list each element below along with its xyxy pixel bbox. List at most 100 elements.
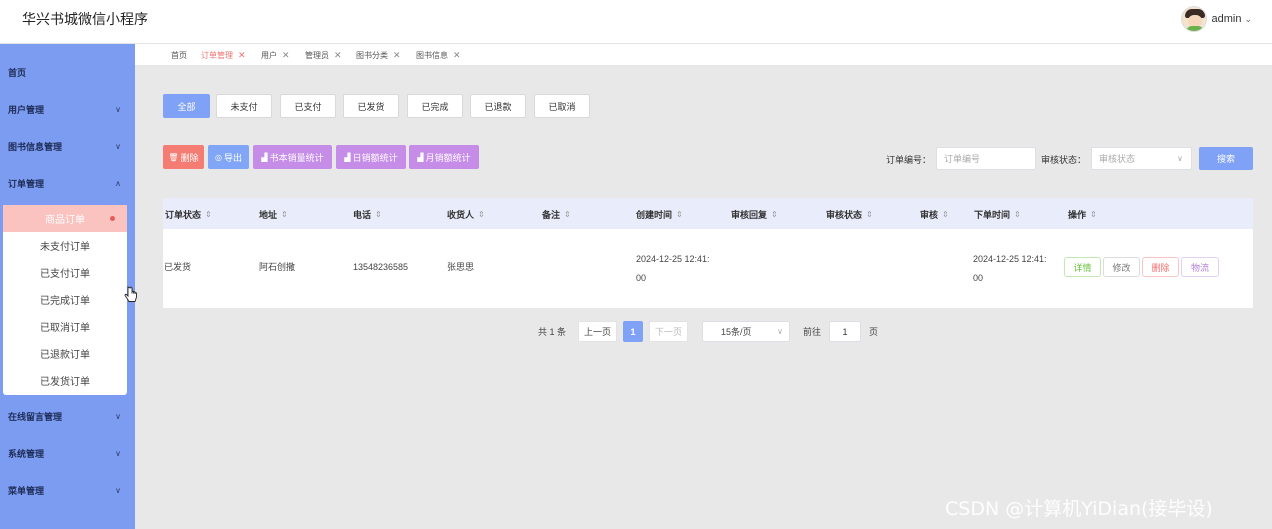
book-sales-stats-button[interactable]: ▟ 书本销量统计 <box>253 145 332 169</box>
detail-button[interactable]: 详情 <box>1064 257 1101 277</box>
column-header-audit-status[interactable]: 审核状态 ⇕ <box>826 208 873 221</box>
page-1-button[interactable]: 1 <box>623 321 643 342</box>
watermark: CSDN @计算机YiDian(接毕设) <box>945 498 1213 520</box>
delete-button[interactable]: 🗑 删除 <box>163 145 204 169</box>
sidebar-item-menus[interactable]: 菜单管理 ∨ <box>0 472 135 508</box>
goto-page-input[interactable]: 1 <box>829 321 861 342</box>
sort-icon[interactable]: ⇕ <box>205 210 212 219</box>
close-icon[interactable]: ✕ <box>453 50 461 61</box>
audit-status-select[interactable]: 审核状态 ∨ <box>1091 147 1192 170</box>
sidebar-item-orders[interactable]: 订单管理 ∧ <box>0 165 135 201</box>
audit-status-placeholder: 审核状态 <box>1099 154 1136 164</box>
submenu-item-label: 已完成订单 <box>40 296 90 307</box>
chevron-down-icon: ∨ <box>115 141 121 151</box>
sidebar-item-label: 菜单管理 <box>8 485 45 496</box>
cell-ordered-line1: 2024-12-25 12:41: <box>973 254 1047 264</box>
tab-book-categories[interactable]: 图书分类 ✕ <box>356 50 401 61</box>
column-header-remark[interactable]: 备注 ⇕ <box>542 208 571 221</box>
submenu-item-completed[interactable]: 已完成订单 <box>3 286 127 313</box>
column-header-actions[interactable]: 操作 ⇕ <box>1068 208 1097 221</box>
sort-icon[interactable]: ⇕ <box>1014 210 1021 219</box>
filter-all-button[interactable]: 全部 <box>163 94 210 118</box>
page-size-select[interactable]: 15条/页 ∨ <box>702 321 790 342</box>
sort-icon[interactable]: ⇕ <box>942 210 949 219</box>
submenu-item-shipped[interactable]: 已发货订单 <box>3 367 127 394</box>
column-header-label: 订单状态 <box>165 210 202 220</box>
sidebar-item-label: 用户管理 <box>8 104 45 115</box>
cell-ordered-line2: 00 <box>973 273 984 283</box>
daily-sales-stats-button[interactable]: ▟ 日销额统计 <box>336 145 406 169</box>
column-header-created[interactable]: 创建时间 ⇕ <box>636 208 683 221</box>
submenu-item-label: 已发货订单 <box>40 377 90 388</box>
close-icon[interactable]: ✕ <box>334 50 342 61</box>
filter-shipped-button[interactable]: 已发货 <box>343 94 399 118</box>
close-icon[interactable]: ✕ <box>393 50 401 61</box>
sort-icon[interactable]: ⇕ <box>478 210 485 219</box>
search-button[interactable]: 搜索 <box>1199 147 1253 170</box>
sort-icon[interactable]: ⇕ <box>1090 210 1097 219</box>
sidebar-item-messages[interactable]: 在线留言管理 ∨ <box>0 398 135 434</box>
close-icon[interactable]: ✕ <box>282 50 290 61</box>
column-header-status[interactable]: 订单状态 ⇕ <box>165 208 212 221</box>
prev-page-button[interactable]: 上一页 <box>578 321 617 342</box>
logistics-button[interactable]: 物流 <box>1181 257 1219 277</box>
submenu-item-refunded[interactable]: 已退款订单 <box>3 340 127 367</box>
sort-icon[interactable]: ⇕ <box>866 210 873 219</box>
column-header-label: 下单时间 <box>974 210 1011 220</box>
sidebar-item-system[interactable]: 系统管理 ∨ <box>0 435 135 471</box>
submenu-item-goods-orders[interactable]: 商品订单 <box>3 205 127 232</box>
column-header-ordered[interactable]: 下单时间 ⇕ <box>974 208 1021 221</box>
export-button-label: 导出 <box>223 152 242 163</box>
sort-icon[interactable]: ⇕ <box>281 210 288 219</box>
column-header-audit[interactable]: 审核 ⇕ <box>920 208 949 221</box>
sidebar-item-books[interactable]: 图书信息管理 ∨ <box>0 128 135 164</box>
sidebar-item-users[interactable]: 用户管理 ∨ <box>0 91 135 127</box>
filter-completed-button[interactable]: 已完成 <box>407 94 463 118</box>
submenu-item-label: 已退款订单 <box>40 350 90 361</box>
sort-icon[interactable]: ⇕ <box>676 210 683 219</box>
chevron-down-icon[interactable]: ⌄ <box>1244 14 1252 25</box>
cell-receiver: 张思思 <box>447 262 475 272</box>
close-icon[interactable]: ✕ <box>238 50 246 61</box>
submenu-item-unpaid[interactable]: 未支付订单 <box>3 232 127 259</box>
order-no-input[interactable]: 订单编号 <box>936 147 1036 170</box>
filter-cancelled-button[interactable]: 已取消 <box>534 94 590 118</box>
sort-icon[interactable]: ⇕ <box>375 210 382 219</box>
tab-label: 订单管理 <box>201 51 233 60</box>
tab-home[interactable]: 首页 <box>171 50 187 61</box>
tab-book-info[interactable]: 图书信息 ✕ <box>416 50 461 61</box>
column-header-phone[interactable]: 电话 ⇕ <box>353 208 382 221</box>
bar-chart-icon: ▟ <box>417 152 424 162</box>
sidebar-item-label: 订单管理 <box>8 178 45 189</box>
export-button[interactable]: ◎ 导出 <box>208 145 249 169</box>
tab-label: 图书分类 <box>356 51 388 60</box>
pagination-total: 共 1 条 <box>538 327 567 337</box>
tab-users[interactable]: 用户 ✕ <box>261 50 290 61</box>
sidebar-item-home[interactable]: 首页 <box>0 54 135 90</box>
page-suffix: 页 <box>869 327 879 337</box>
tab-order-management[interactable]: 订单管理 ✕ <box>201 50 246 61</box>
sort-icon[interactable]: ⇕ <box>564 210 571 219</box>
edit-button[interactable]: 修改 <box>1103 257 1140 277</box>
column-header-label: 操作 <box>1068 210 1087 220</box>
user-menu[interactable]: admin ⌄ <box>1181 6 1252 32</box>
avatar[interactable] <box>1181 6 1208 32</box>
column-header-address[interactable]: 地址 ⇕ <box>259 208 288 221</box>
chevron-up-icon: ∧ <box>115 178 121 188</box>
filter-paid-button[interactable]: 已支付 <box>280 94 336 118</box>
column-header-receiver[interactable]: 收货人 ⇕ <box>447 208 485 221</box>
monthly-sales-stats-button[interactable]: ▟ 月销额统计 <box>409 145 479 169</box>
cell-created-line1: 2024-12-25 12:41: <box>636 254 710 264</box>
column-header-audit-reply[interactable]: 审核回复 ⇕ <box>731 208 778 221</box>
next-page-button[interactable]: 下一页 <box>649 321 688 342</box>
submenu-item-cancelled[interactable]: 已取消订单 <box>3 313 127 340</box>
filter-refunded-button[interactable]: 已退款 <box>470 94 526 118</box>
tab-admins[interactable]: 管理员 ✕ <box>305 50 342 61</box>
monthly-sales-stats-label: 月销额统计 <box>425 152 471 163</box>
sort-icon[interactable]: ⇕ <box>771 210 778 219</box>
app-title: 华兴书城微信小程序 <box>22 11 148 27</box>
submenu-item-paid[interactable]: 已支付订单 <box>3 259 127 286</box>
username[interactable]: admin <box>1211 13 1241 25</box>
row-delete-button[interactable]: 删除 <box>1142 257 1179 277</box>
filter-unpaid-button[interactable]: 未支付 <box>216 94 272 118</box>
